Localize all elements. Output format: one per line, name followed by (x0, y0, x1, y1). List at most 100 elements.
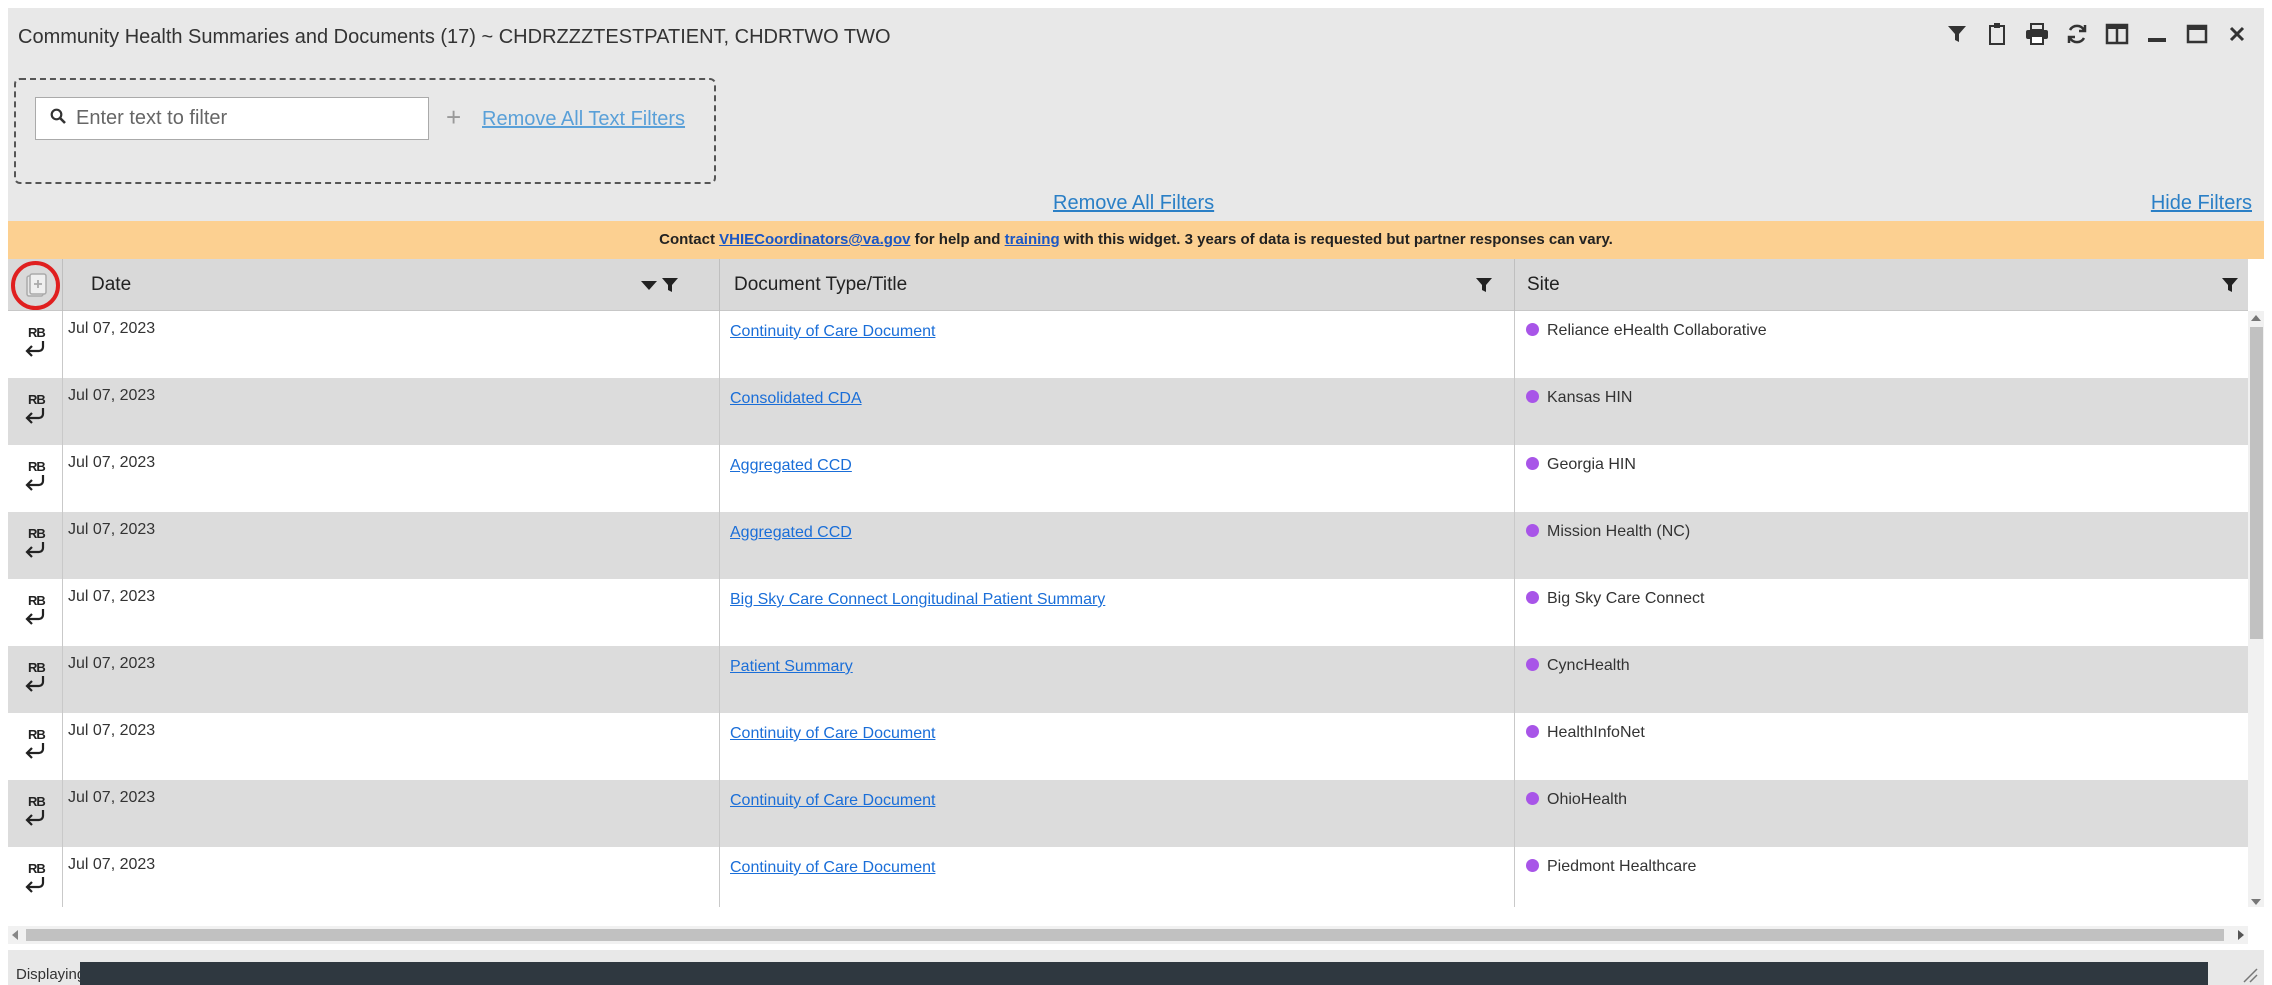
column-separator (1514, 311, 1515, 378)
close-icon[interactable] (2224, 21, 2250, 47)
row-site: Georgia HIN (1547, 456, 1636, 473)
scroll-down-arrow[interactable] (2251, 899, 2261, 905)
reply-record-icon[interactable]: RB (16, 591, 56, 633)
column-separator (62, 780, 63, 847)
column-separator (719, 512, 720, 579)
column-separator (719, 259, 720, 311)
vertical-scrollbar[interactable] (2248, 311, 2264, 907)
site-status-dot (1526, 390, 1539, 403)
column-separator (62, 847, 63, 907)
hide-filters-link[interactable]: Hide Filters (2151, 192, 2252, 215)
table-row[interactable]: RB Jul 07, 2023 Continuity of Care Documen… (8, 847, 2248, 907)
banner-text-prefix: Contact (659, 231, 720, 248)
column-separator (719, 311, 720, 378)
widget-title: Community Health Summaries and Documents… (18, 26, 891, 48)
refresh-icon[interactable] (2064, 21, 2090, 47)
remove-all-filters-link[interactable]: Remove All Filters (1053, 192, 1214, 215)
horizontal-scroll-thumb[interactable] (26, 929, 2224, 941)
reply-record-icon[interactable]: RB (16, 725, 56, 767)
column-separator (62, 378, 63, 445)
maximize-icon[interactable] (2184, 21, 2210, 47)
reply-record-icon[interactable]: RB (16, 792, 56, 834)
document-link[interactable]: Big Sky Care Connect Longitudinal Patien… (730, 591, 1105, 608)
horizontal-scrollbar[interactable] (8, 926, 2248, 944)
column-separator (62, 646, 63, 713)
resize-handle-icon[interactable] (2240, 965, 2258, 983)
sort-desc-icon[interactable] (640, 276, 658, 299)
help-banner: Contact VHIECoordinators@va.gov for help… (8, 221, 2264, 259)
column-separator (1514, 445, 1515, 512)
table-row[interactable]: RB Jul 07, 2023 Continuity of Care Documen… (8, 311, 2248, 378)
site-filter-icon[interactable] (2221, 276, 2239, 299)
reply-record-icon[interactable]: RB (16, 524, 56, 566)
table-row[interactable]: RB Jul 07, 2023 Big Sky Care Connect Longi… (8, 579, 2248, 646)
remove-text-filters-link[interactable]: Remove All Text Filters (482, 108, 685, 131)
table-row[interactable]: RB Jul 07, 2023 Consolidated CDA Kansas HIN (8, 378, 2248, 445)
text-filter-input[interactable] (76, 107, 406, 130)
text-filter-group: + Remove All Text Filters (14, 78, 716, 184)
row-date: Jul 07, 2023 (68, 722, 156, 739)
document-link[interactable]: Continuity of Care Document (730, 792, 935, 809)
row-date: Jul 07, 2023 (68, 454, 156, 471)
minimize-icon[interactable] (2144, 21, 2170, 47)
search-icon (50, 108, 66, 129)
date-filter-icon[interactable] (661, 276, 679, 299)
add-filter-icon[interactable]: + (446, 104, 461, 130)
filter-icon[interactable] (1944, 21, 1970, 47)
window-toolbar (1944, 21, 2250, 47)
column-separator (1514, 713, 1515, 780)
banner-text-suffix: with this widget. 3 years of data is req… (1059, 231, 1613, 248)
column-header-site[interactable]: Site (1527, 259, 1560, 311)
training-link[interactable]: training (1005, 231, 1060, 248)
column-separator (719, 646, 720, 713)
reply-record-icon[interactable]: RB (16, 859, 56, 901)
select-all-icon[interactable] (11, 261, 60, 310)
column-header-document[interactable]: Document Type/Title (734, 259, 907, 311)
document-link[interactable]: Continuity of Care Document (730, 725, 935, 742)
table-row[interactable]: RB Jul 07, 2023 Aggregated CCD Georgia HIN (8, 445, 2248, 512)
table-header: Date Document Type/Title Site (8, 259, 2248, 311)
column-separator (62, 259, 63, 311)
banner-text-middle: for help and (910, 231, 1005, 248)
table-row[interactable]: RB Jul 07, 2023 Aggregated CCD Mission Heal… (8, 512, 2248, 579)
columns-icon[interactable] (2104, 21, 2130, 47)
document-link[interactable]: Aggregated CCD (730, 457, 852, 474)
table-row[interactable]: RB Jul 07, 2023 Continuity of Care Documen… (8, 713, 2248, 780)
row-date: Jul 07, 2023 (68, 521, 156, 538)
column-separator (62, 445, 63, 512)
document-filter-icon[interactable] (1475, 276, 1493, 299)
documents-table: Date Document Type/Title Site RB Jul 07, … (8, 259, 2264, 907)
overlay-bar (80, 962, 2208, 985)
reply-record-icon[interactable]: RB (16, 457, 56, 499)
column-separator (1514, 780, 1515, 847)
reply-record-icon[interactable]: RB (16, 390, 56, 432)
filter-panel: + Remove All Text Filters Remove All Fil… (8, 66, 2264, 221)
widget-titlebar: Community Health Summaries and Documents… (8, 8, 2264, 66)
document-link[interactable]: Consolidated CDA (730, 390, 862, 407)
scroll-left-arrow[interactable] (12, 930, 18, 940)
table-row[interactable]: RB Jul 07, 2023 Continuity of Care Documen… (8, 780, 2248, 847)
table-row[interactable]: RB Jul 07, 2023 Patient Summary CyncHealth (8, 646, 2248, 713)
site-status-dot (1526, 591, 1539, 604)
reply-record-icon[interactable]: RB (16, 658, 56, 700)
coordinator-email-link[interactable]: VHIECoordinators@va.gov (719, 231, 910, 248)
scroll-up-arrow[interactable] (2251, 315, 2261, 321)
row-date: Jul 07, 2023 (68, 320, 156, 337)
row-site: HealthInfoNet (1547, 724, 1645, 741)
print-icon[interactable] (2024, 21, 2050, 47)
scroll-thumb[interactable] (2250, 327, 2263, 639)
reply-record-icon[interactable]: RB (16, 323, 56, 365)
document-link[interactable]: Patient Summary (730, 658, 853, 675)
column-separator (719, 847, 720, 907)
document-link[interactable]: Continuity of Care Document (730, 859, 935, 876)
clipboard-icon[interactable] (1984, 21, 2010, 47)
column-separator (62, 579, 63, 646)
column-header-date[interactable]: Date (91, 259, 131, 311)
column-separator (719, 780, 720, 847)
text-filter-field[interactable] (35, 97, 429, 140)
document-link[interactable]: Continuity of Care Document (730, 323, 935, 340)
scroll-right-arrow[interactable] (2238, 930, 2244, 940)
site-status-dot (1526, 658, 1539, 671)
document-link[interactable]: Aggregated CCD (730, 524, 852, 541)
site-status-dot (1526, 725, 1539, 738)
